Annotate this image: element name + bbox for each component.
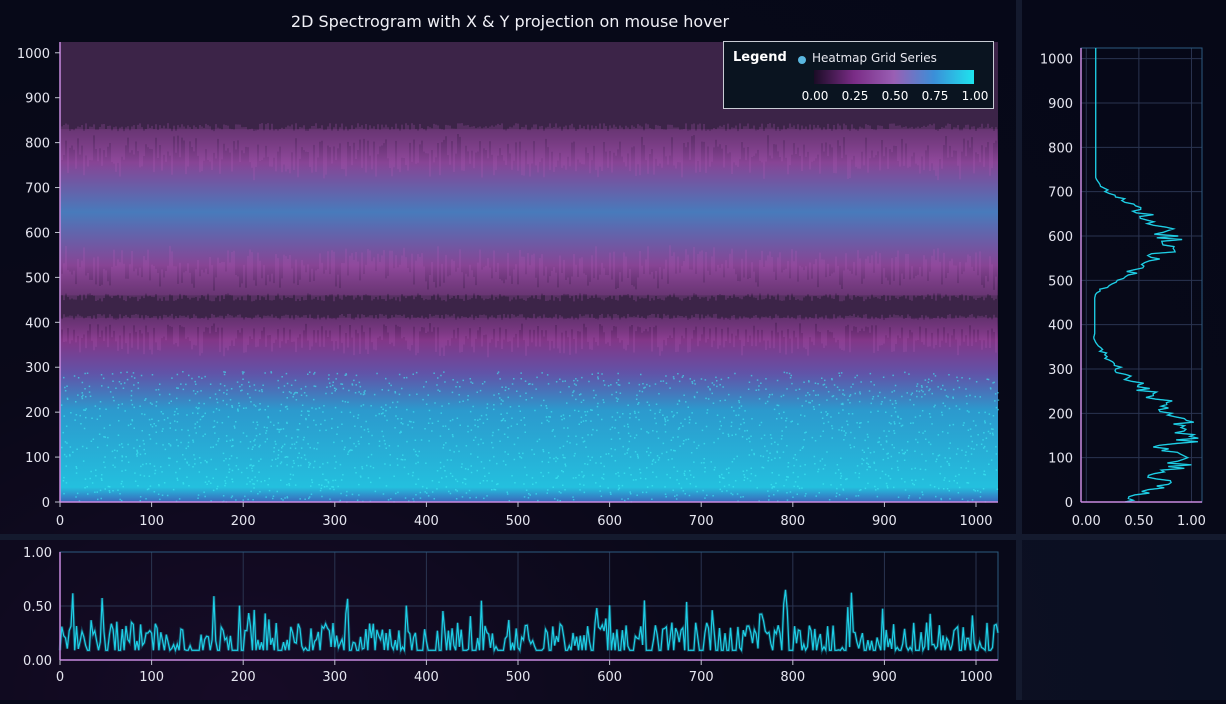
x-tick-label: 1000 [959,670,992,685]
y-tick-label: 200 [1048,407,1073,422]
x-tick-label: 1000 [959,514,992,529]
y-tick-label: 900 [25,92,50,107]
legend-tick: 0.25 [841,89,869,103]
legend: Legend Heatmap Grid Series 0.00 0.25 0.5… [723,41,994,109]
x-projection-chart[interactable]: 0 100 200 300 400 500 600 700 800 900 1000 0.00 0.50… [0,540,1016,700]
low-frequency-band [60,317,998,502]
y-tick-label: 400 [25,316,50,331]
x-tick-label: 600 [597,514,622,529]
legend-tick: 0.00 [801,89,829,103]
legend-title: Legend [733,50,787,65]
legend-series-name: Heatmap Grid Series [812,51,937,65]
x-tick-label: 900 [872,670,897,685]
high-frequency-band [60,129,998,296]
x-tick-label: 800 [780,670,805,685]
x-tick-label: 500 [506,670,531,685]
y-tick-label: 600 [25,226,50,241]
x-tick-label: 700 [689,514,714,529]
x-tick-label: 200 [231,514,256,529]
legend-tick: 0.50 [881,89,909,103]
x-tick-label: 300 [322,514,347,529]
x-tick-label: 300 [322,670,347,685]
x-tick-label: 100 [139,670,164,685]
x-tick-label: 100 [139,514,164,529]
y-tick-label: 0 [1065,496,1073,511]
y-tick-label: 1000 [1040,53,1073,68]
y-tick-label: 1.00 [23,546,52,561]
color-scale-bar [814,70,974,84]
x-projection-panel[interactable]: 0 100 200 300 400 500 600 700 800 900 1000 0.00 0.50… [0,540,1016,700]
x-tick-label: 0.00 [1072,514,1101,529]
y-tick-label: 0.50 [23,600,52,615]
x-tick-label: 0 [56,670,64,685]
y-tick-label: 600 [1048,230,1073,245]
y-tick-label: 400 [1048,319,1073,334]
series-marker-icon [798,56,806,64]
y-projection-line [1093,48,1199,503]
chart-title: 2D Spectrogram with X & Y projection on … [290,12,730,31]
empty-corner-panel [1022,540,1226,700]
x-tick-label: 700 [689,670,714,685]
y-tick-label: 300 [1048,363,1073,378]
x-tick-label: 0 [56,514,64,529]
x-tick-label: 800 [780,514,805,529]
y-tick-label: 100 [25,451,50,466]
y-tick-label: 700 [25,182,50,197]
y-tick-label: 200 [25,406,50,421]
legend-tick: 1.00 [961,89,989,103]
y-projection-chart[interactable]: 0 100 200 300 400 500 600 700 800 900 1000 0.00 0.50… [1022,0,1226,534]
y-projection-panel[interactable]: 0 100 200 300 400 500 600 700 800 900 1000 0.00 0.50… [1022,0,1226,534]
y-tick-label: 0 [42,496,50,511]
y-tick-label: 800 [1048,141,1073,156]
x-tick-label: 600 [597,670,622,685]
y-tick-label: 100 [1048,452,1073,467]
y-tick-label: 800 [25,137,50,152]
x-tick-label: 400 [414,514,439,529]
x-tick-label: 400 [414,670,439,685]
y-tick-label: 0.00 [23,654,52,669]
y-tick-label: 900 [1048,97,1073,112]
y-tick-label: 300 [25,361,50,376]
y-tick-label: 700 [1048,186,1073,201]
heatmap-panel[interactable]: 2D Spectrogram with X & Y projection on … [0,0,1016,534]
y-tick-label: 500 [1048,274,1073,289]
x-tick-label: 200 [231,670,256,685]
y-tick-label: 1000 [17,47,50,62]
x-tick-label: 900 [872,514,897,529]
legend-tick: 0.75 [921,89,949,103]
x-tick-label: 1.00 [1177,514,1206,529]
x-tick-label: 0.50 [1124,514,1153,529]
y-tick-label: 500 [25,271,50,286]
x-tick-label: 500 [506,514,531,529]
